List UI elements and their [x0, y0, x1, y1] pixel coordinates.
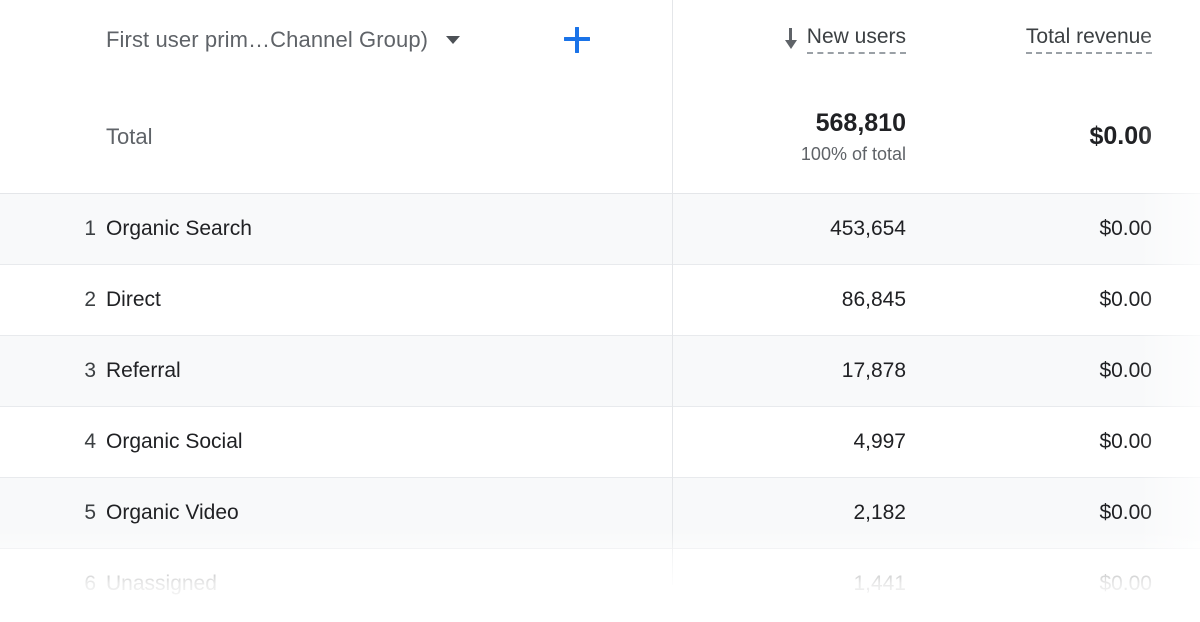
row-cell-new-users: 1,441 [672, 549, 936, 619]
row-dimension-cell: 1 Organic Search [0, 194, 672, 264]
row-dimension-cell: 3 Referral [0, 336, 672, 406]
row-dimension-label[interactable]: Referral [106, 359, 181, 383]
metric-value-total-revenue: $0.00 [1099, 217, 1152, 240]
row-cell-new-users: 86,845 [672, 265, 936, 335]
row-dimension-label[interactable]: Direct [106, 288, 161, 312]
table-header-row: First user prim…Channel Group) New users… [0, 0, 1200, 80]
total-cell-total-revenue: $0.00 [936, 80, 1200, 193]
row-cell-new-users: 453,654 [672, 194, 936, 264]
table-row[interactable]: 6 Unassigned 1,441 $0.00 [0, 549, 1200, 620]
row-dimension-cell: 2 Direct [0, 265, 672, 335]
row-cell-total-revenue: $0.00 [936, 549, 1200, 619]
table-row[interactable]: 5 Organic Video 2,182 $0.00 [0, 478, 1200, 549]
row-index: 2 [84, 288, 96, 311]
total-value-new-users: 568,810 [815, 108, 906, 137]
row-dimension-cell: 5 Organic Video [0, 478, 672, 548]
row-cell-new-users: 17,878 [672, 336, 936, 406]
sort-by-total-revenue-button[interactable]: Total revenue [1025, 26, 1152, 54]
chevron-down-icon[interactable] [446, 36, 461, 44]
total-value-total-revenue: $0.00 [1089, 121, 1152, 150]
row-dimension-label[interactable]: Organic Search [106, 217, 252, 241]
table-row[interactable]: 1 Organic Search 453,654 $0.00 [0, 194, 1200, 265]
total-label-cell: Total [0, 80, 672, 193]
row-index: 1 [84, 217, 96, 240]
metric-value-total-revenue: $0.00 [1099, 288, 1152, 311]
row-cell-total-revenue: $0.00 [936, 336, 1200, 406]
row-dimension-label[interactable]: Organic Video [106, 501, 239, 525]
metric-value-new-users: 86,845 [841, 288, 906, 311]
total-percent-of-total: 100% of total [800, 143, 906, 164]
row-index: 4 [84, 430, 96, 453]
dimension-selector-label[interactable]: First user prim…Channel Group) [106, 27, 428, 53]
metric-value-total-revenue: $0.00 [1099, 430, 1152, 453]
metric-value-new-users: 1,441 [853, 572, 906, 595]
metric-value-total-revenue: $0.00 [1099, 572, 1152, 595]
plus-icon[interactable] [564, 27, 591, 53]
sort-by-new-users-button[interactable]: New users [783, 26, 906, 54]
dimension-header-cell: First user prim…Channel Group) [0, 0, 672, 80]
row-cell-new-users: 4,997 [672, 407, 936, 477]
row-index: 3 [84, 359, 96, 382]
report-data-table: First user prim…Channel Group) New users… [0, 0, 1200, 622]
row-dimension-cell: 6 Unassigned [0, 549, 672, 619]
metric-value-total-revenue: $0.00 [1099, 501, 1152, 524]
row-cell-total-revenue: $0.00 [936, 407, 1200, 477]
table-row[interactable]: 4 Organic Social 4,997 $0.00 [0, 407, 1200, 478]
metric-header-cell-new-users: New users [672, 0, 936, 80]
metric-header-label: Total revenue [1025, 26, 1152, 54]
row-dimension-cell: 4 Organic Social [0, 407, 672, 477]
metric-value-new-users: 17,878 [841, 359, 906, 382]
row-cell-total-revenue: $0.00 [936, 478, 1200, 548]
row-index: 6 [84, 572, 96, 595]
row-cell-total-revenue: $0.00 [936, 265, 1200, 335]
metric-value-total-revenue: $0.00 [1099, 359, 1152, 382]
table-body: 1 Organic Search 453,654 $0.00 2 Direct 86,845… [0, 194, 1200, 620]
metric-value-new-users: 2,182 [853, 501, 906, 524]
metric-value-new-users: 4,997 [853, 430, 906, 453]
table-row[interactable]: 2 Direct 86,845 $0.00 [0, 265, 1200, 336]
row-cell-new-users: 2,182 [672, 478, 936, 548]
row-index: 5 [84, 501, 96, 524]
total-label: Total [106, 123, 153, 149]
arrow-down-icon [783, 27, 799, 50]
row-dimension-label[interactable]: Organic Social [106, 430, 243, 454]
metric-header-cell-total-revenue: Total revenue [936, 0, 1200, 80]
table-total-row: Total 568,810 100% of total $0.00 [0, 80, 1200, 194]
table-row[interactable]: 3 Referral 17,878 $0.00 [0, 336, 1200, 407]
metric-header-label: New users [806, 26, 906, 54]
row-dimension-label[interactable]: Unassigned [106, 572, 217, 596]
metric-value-new-users: 453,654 [830, 217, 906, 240]
total-cell-new-users: 568,810 100% of total [672, 80, 936, 193]
row-cell-total-revenue: $0.00 [936, 194, 1200, 264]
